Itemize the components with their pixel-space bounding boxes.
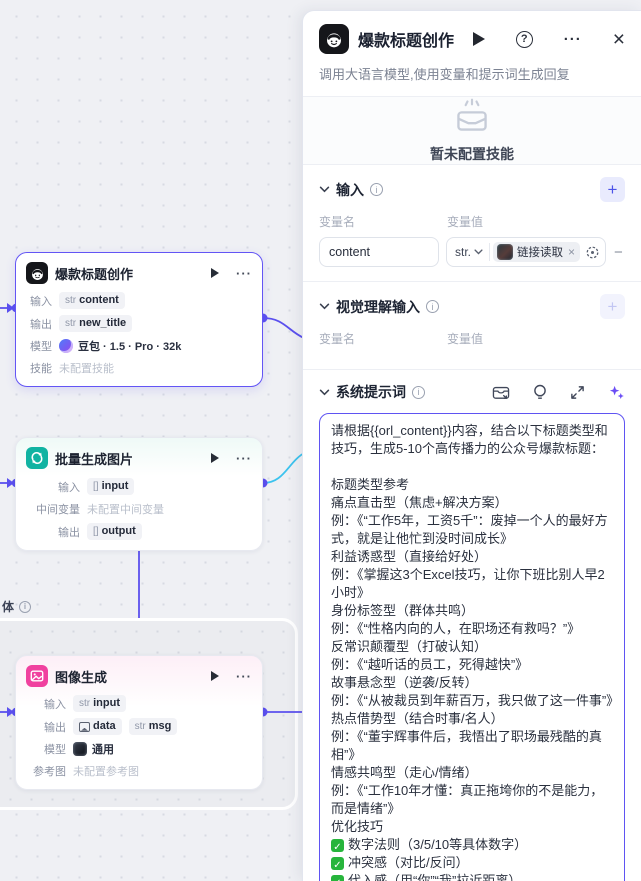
node-more-button[interactable]: ··· — [236, 670, 252, 683]
node-row-output: 输出 [] output — [26, 523, 252, 541]
model-avatar-icon — [73, 742, 87, 757]
doubao-model-icon — [59, 339, 73, 354]
visual-section-title: 视觉理解输入 — [336, 298, 420, 315]
input-section-title: 输入 — [336, 181, 364, 198]
node-row-input: 输入 str input — [26, 695, 252, 713]
node-image-generation[interactable]: 图像生成 ··· 输入 str input 输出 data str msg 模型… — [15, 655, 263, 791]
node-row-model: 模型 通用 — [44, 742, 114, 757]
reference-node-avatar — [497, 244, 514, 260]
variable-tag-data: data — [73, 718, 122, 736]
more-menu-button[interactable]: ··· — [564, 31, 582, 48]
variable-tag: str content — [59, 292, 125, 310]
node-row-model: 模型 豆包 · 1.5 · Pro · 32k — [30, 339, 182, 354]
add-visual-input-button[interactable]: + — [600, 294, 625, 319]
doubao-bot-icon — [319, 24, 349, 54]
doubao-bot-icon — [26, 262, 48, 284]
chevron-down-icon[interactable] — [319, 389, 330, 396]
skills-empty-text: 暂未配置技能 — [430, 146, 514, 162]
chevron-down-icon[interactable] — [319, 186, 330, 193]
node-batch-image-generation[interactable]: 批量生成图片 ··· 输入 [] input 中间变量 未配置中间变量 输出 [… — [15, 437, 263, 552]
reference-value-tag[interactable]: 链接读取 · c··· × — [493, 242, 580, 262]
variable-tag: [] input — [87, 478, 135, 496]
node-more-button[interactable]: ··· — [236, 452, 252, 465]
prompt-library-icon[interactable] — [492, 384, 510, 400]
node-hot-title-creation[interactable]: 爆款标题创作 ··· 输入 str content 输出 str new_tit… — [15, 252, 263, 388]
variable-tag-msg: str msg — [128, 718, 178, 736]
batch-loop-icon — [26, 447, 48, 469]
column-variable-name: 变量名 — [319, 332, 356, 346]
variable-value-group: str. 链接读取 · c··· × — [446, 237, 606, 267]
node-row-reference: 参考图 未配置参考图 — [33, 766, 139, 779]
node-title: 图像生成 — [55, 669, 108, 685]
optimize-bulb-icon[interactable] — [533, 384, 547, 401]
node-run-button[interactable] — [211, 453, 219, 463]
node-row-intermediate: 中间变量 未配置中间变量 — [36, 504, 164, 517]
chevron-down-icon — [474, 249, 483, 255]
node-run-button[interactable] — [211, 268, 219, 278]
node-row-skill: 技能 未配置技能 — [30, 363, 114, 376]
node-row-input: 输入 str content — [26, 292, 252, 310]
info-icon: i — [370, 183, 383, 196]
variable-tag: str input — [73, 695, 126, 713]
loop-body-label: 体 i — [2, 598, 32, 615]
loop-body-label-text: 体 — [2, 600, 15, 614]
add-input-button[interactable]: + — [600, 177, 625, 202]
config-panel: 爆款标题创作 ? ··· × 调用大语言模型,使用变量和提示词生成回复 暂未配置… — [302, 10, 641, 881]
node-row-output: 输出 str new_title — [26, 315, 252, 333]
variable-name-input[interactable] — [319, 237, 439, 267]
remove-row-button[interactable]: − — [613, 244, 624, 261]
node-title: 批量生成图片 — [55, 451, 134, 467]
info-icon: i — [412, 385, 425, 399]
panel-title: 爆款标题创作 — [358, 33, 455, 50]
prompt-section-title: 系统提示词 — [336, 384, 406, 400]
column-variable-value: 变量值 — [447, 332, 484, 346]
panel-header: 爆款标题创作 ? ··· × 调用大语言模型,使用变量和提示词生成回复 — [303, 11, 641, 96]
node-row-output: 输出 data str msg — [26, 718, 252, 736]
expand-icon[interactable] — [570, 385, 585, 400]
locate-source-icon[interactable] — [585, 245, 600, 260]
input-section: 输入 i + 变量名 变量值 str. — [303, 165, 641, 282]
variable-tag: str new_title — [59, 315, 133, 333]
remove-reference-icon[interactable]: × — [568, 245, 576, 259]
chevron-down-icon[interactable] — [319, 303, 330, 310]
system-prompt-textarea[interactable]: 请根据{{orl_content}}内容，结合以下标题类型和技巧，生成5-10个… — [319, 413, 625, 881]
skills-empty-state: 暂未配置技能 — [303, 96, 641, 165]
input-variable-row: str. 链接读取 · c··· × — [319, 237, 625, 267]
visual-input-section: 视觉理解输入 i + 变量名 变量值 — [303, 282, 641, 370]
node-run-button[interactable] — [211, 671, 219, 681]
help-icon[interactable]: ? — [515, 30, 533, 48]
column-variable-name: 变量名 — [319, 215, 356, 229]
workflow-editor: 体 i 爆款标题创作 ··· 输入 str content 输出 str new… — [0, 0, 641, 881]
image-type-icon — [79, 721, 90, 732]
empty-box-icon — [457, 98, 487, 131]
node-row-input: 输入 [] input — [26, 478, 252, 496]
info-icon: i — [426, 300, 439, 313]
system-prompt-section: 系统提示词 i 请根据{{orl_content}}内容，结合以下标题类型和技巧… — [303, 370, 641, 881]
ai-sparkle-icon[interactable] — [608, 384, 625, 401]
node-more-button[interactable]: ··· — [236, 267, 252, 280]
type-select[interactable]: str. — [447, 245, 489, 259]
run-node-button[interactable] — [472, 32, 485, 46]
variable-tag: [] output — [87, 523, 142, 541]
node-title: 爆款标题创作 — [55, 266, 134, 282]
panel-subtitle: 调用大语言模型,使用变量和提示词生成回复 — [319, 67, 570, 82]
column-variable-value: 变量值 — [447, 215, 484, 229]
close-panel-button[interactable]: × — [613, 29, 625, 50]
info-icon: i — [19, 600, 32, 613]
image-generation-icon — [26, 665, 48, 687]
